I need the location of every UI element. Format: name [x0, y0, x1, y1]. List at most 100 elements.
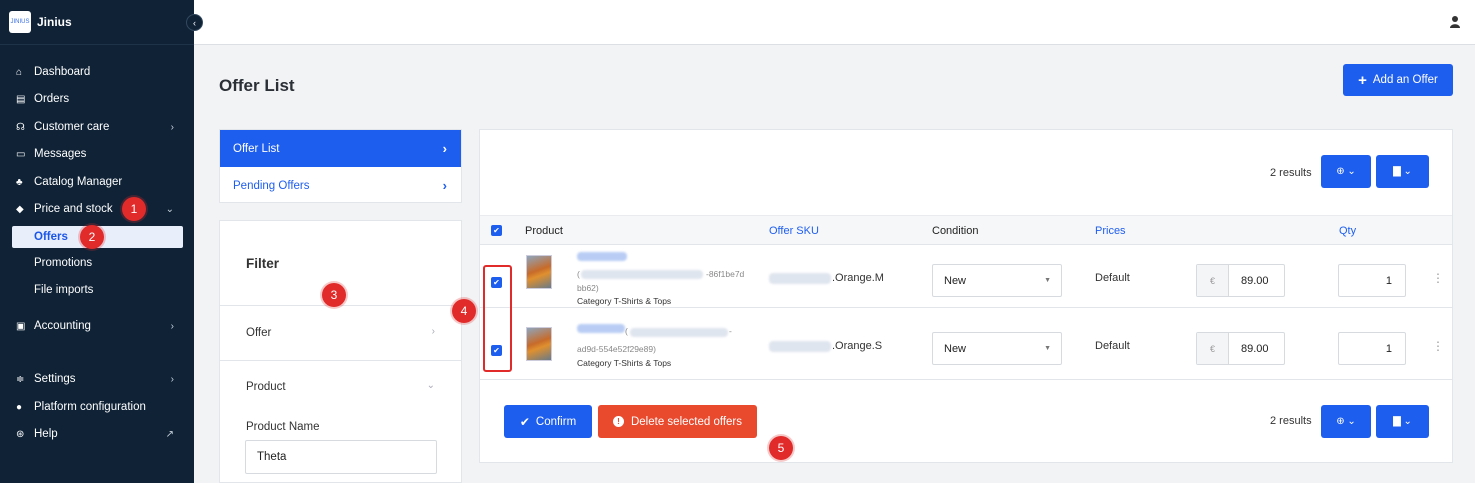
- sidebar-item-messages[interactable]: ▭ Messages: [0, 144, 194, 164]
- chevron-down-icon: ⌄: [426, 380, 435, 391]
- sidebar-item-price-and-stock[interactable]: ◆ Price and stock ⌄: [0, 199, 194, 219]
- sidebar-item-label: Platform configuration: [34, 401, 146, 413]
- filter-section-label: Offer: [246, 327, 272, 339]
- redacted-product-name[interactable]: [577, 252, 627, 261]
- chevron-down-icon: ⌄: [165, 203, 174, 215]
- redacted-sku: [769, 341, 831, 352]
- sidebar-item-dashboard[interactable]: ⌂ Dashboard: [0, 62, 194, 82]
- chevron-right-icon: ›: [170, 121, 174, 133]
- checkmark-icon: ✔: [519, 414, 530, 429]
- select-all-checkbox[interactable]: ✔: [491, 225, 502, 236]
- product-id-fragment: bb62): [577, 283, 599, 293]
- clipboard-icon: ▤: [16, 93, 26, 105]
- delete-label: Delete selected offers: [630, 415, 743, 428]
- app-logo: JINIUS: [9, 11, 31, 33]
- confirm-button[interactable]: ✔ Confirm: [504, 405, 592, 438]
- lifebuoy-icon: ⊛: [16, 428, 25, 440]
- collapse-sidebar-button[interactable]: ‹: [186, 14, 203, 31]
- product-category: Category T-Shirts & Tops: [577, 358, 672, 368]
- paren-open: (: [577, 269, 580, 279]
- condition-select[interactable]: New ▼: [932, 264, 1062, 297]
- page-title: Offer List: [219, 76, 295, 95]
- tag-icon: ◆: [16, 203, 24, 215]
- tab-label: Pending Offers: [233, 179, 310, 192]
- column-header-prices[interactable]: Prices: [1095, 225, 1126, 237]
- sidebar-item-orders[interactable]: ▤ Orders: [0, 89, 194, 109]
- brand[interactable]: JINIUS Jinius: [0, 0, 194, 45]
- confirm-label: Confirm: [535, 415, 577, 428]
- sidebar-item-catalog-manager[interactable]: ♣ Catalog Manager: [0, 172, 194, 192]
- checkbox-highlight-box: [483, 265, 512, 372]
- top-bar: [194, 0, 1475, 45]
- price-value: 89.00: [1241, 274, 1269, 287]
- add-offer-button[interactable]: + Add an Offer: [1343, 64, 1453, 96]
- results-count-bottom: 2 results: [1270, 415, 1312, 427]
- condition-value: New: [944, 274, 967, 287]
- plus-icon: +: [1358, 71, 1367, 89]
- offers-card: 2 results ⊕ ⌄ ▇ ⌄ ✔ Product Offer SKU Co…: [479, 129, 1453, 463]
- offer-tabs: Offer List › Pending Offers ›: [219, 129, 462, 203]
- chevron-right-icon: ›: [442, 178, 447, 193]
- product-category: Category T-Shirts & Tops: [577, 296, 672, 306]
- product-id-fragment: ad9d-554e52f29e89): [577, 344, 656, 354]
- kebab-menu-icon[interactable]: ⋮: [1432, 271, 1444, 285]
- product-name-input[interactable]: [245, 440, 437, 474]
- product-thumbnail: [526, 255, 552, 289]
- chevron-right-icon: ›: [442, 141, 447, 156]
- sidebar-item-settings[interactable]: ≑ Settings ›: [0, 369, 194, 389]
- kebab-menu-icon[interactable]: ⋮: [1432, 339, 1444, 353]
- export-dropdown-button[interactable]: ▇ ⌄: [1376, 155, 1429, 188]
- currency-symbol: €: [1197, 333, 1229, 364]
- sidebar-item-accounting[interactable]: ▣ Accounting ›: [0, 316, 194, 336]
- annotation-badge-4: 4: [452, 299, 476, 323]
- sidebar-subitem-promotions[interactable]: Promotions: [12, 252, 183, 274]
- sidebar-item-help[interactable]: ⊛ Help ↗: [0, 424, 194, 444]
- condition-select[interactable]: New ▼: [932, 332, 1062, 365]
- column-header-offer-sku[interactable]: Offer SKU: [769, 225, 819, 237]
- tab-pending-offers[interactable]: Pending Offers ›: [220, 167, 461, 204]
- column-header-qty[interactable]: Qty: [1339, 225, 1356, 237]
- price-input[interactable]: €89.00: [1196, 264, 1285, 297]
- tab-label: Offer List: [233, 142, 280, 155]
- price-label: Default: [1095, 272, 1130, 284]
- user-icon[interactable]: [1449, 15, 1461, 29]
- quantity-input[interactable]: 1: [1338, 264, 1406, 297]
- price-input[interactable]: €89.00: [1196, 332, 1285, 365]
- price-value: 89.00: [1241, 342, 1269, 355]
- product-id-fragment: -: [729, 326, 732, 336]
- caret-down-icon: ▼: [1044, 277, 1051, 284]
- table-header: ✔ Product Offer SKU Condition Prices Qty: [480, 215, 1452, 245]
- filter-section-offer[interactable]: Offer ›: [220, 305, 461, 360]
- sidebar-subitem-file-imports[interactable]: File imports: [12, 279, 183, 301]
- app-name: Jinius: [37, 15, 72, 29]
- annotation-badge-1: 1: [122, 197, 146, 221]
- redacted-product-id: [630, 328, 728, 337]
- sidebar-item-label: Orders: [34, 93, 70, 105]
- export-dropdown-button-bottom[interactable]: ▇ ⌄: [1376, 405, 1429, 438]
- annotation-badge-5: 5: [769, 436, 793, 460]
- tab-offer-list[interactable]: Offer List ›: [220, 130, 461, 167]
- sidebar-item-customer-care[interactable]: ☊ Customer care ›: [0, 117, 194, 137]
- sidebar-item-label: Price and stock: [34, 203, 113, 215]
- sidebar-item-label: Accounting: [34, 320, 91, 332]
- table-row: ✔ ( - ad9d-554e52f29e89) Category T-Shir…: [480, 318, 1452, 380]
- sidebar-item-platform-configuration[interactable]: ● Platform configuration: [0, 397, 194, 417]
- product-name-label: Product Name: [246, 421, 320, 433]
- quantity-input[interactable]: 1: [1338, 332, 1406, 365]
- columns-dropdown-button-bottom[interactable]: ⊕ ⌄: [1321, 405, 1371, 438]
- filter-section-product[interactable]: Product ⌄: [220, 360, 461, 415]
- caret-down-icon: ▼: [1044, 345, 1051, 352]
- redacted-product-name[interactable]: [577, 324, 625, 333]
- sidebar-item-label: Customer care: [34, 121, 110, 133]
- columns-dropdown-button[interactable]: ⊕ ⌄: [1321, 155, 1371, 188]
- delete-selected-offers-button[interactable]: ! Delete selected offers: [598, 405, 757, 438]
- add-offer-label: Add an Offer: [1372, 74, 1438, 86]
- offer-sku: .Orange.S: [832, 340, 883, 352]
- filter-section-label: Product: [246, 381, 286, 393]
- product-id-fragment: -86f1be7d: [706, 269, 745, 279]
- results-count: 2 results: [1270, 167, 1312, 179]
- annotation-badge-3: 3: [322, 283, 346, 307]
- offer-sku: .Orange.M: [832, 272, 884, 284]
- external-link-icon: ↗: [165, 428, 174, 440]
- chevron-right-icon: ›: [170, 320, 174, 332]
